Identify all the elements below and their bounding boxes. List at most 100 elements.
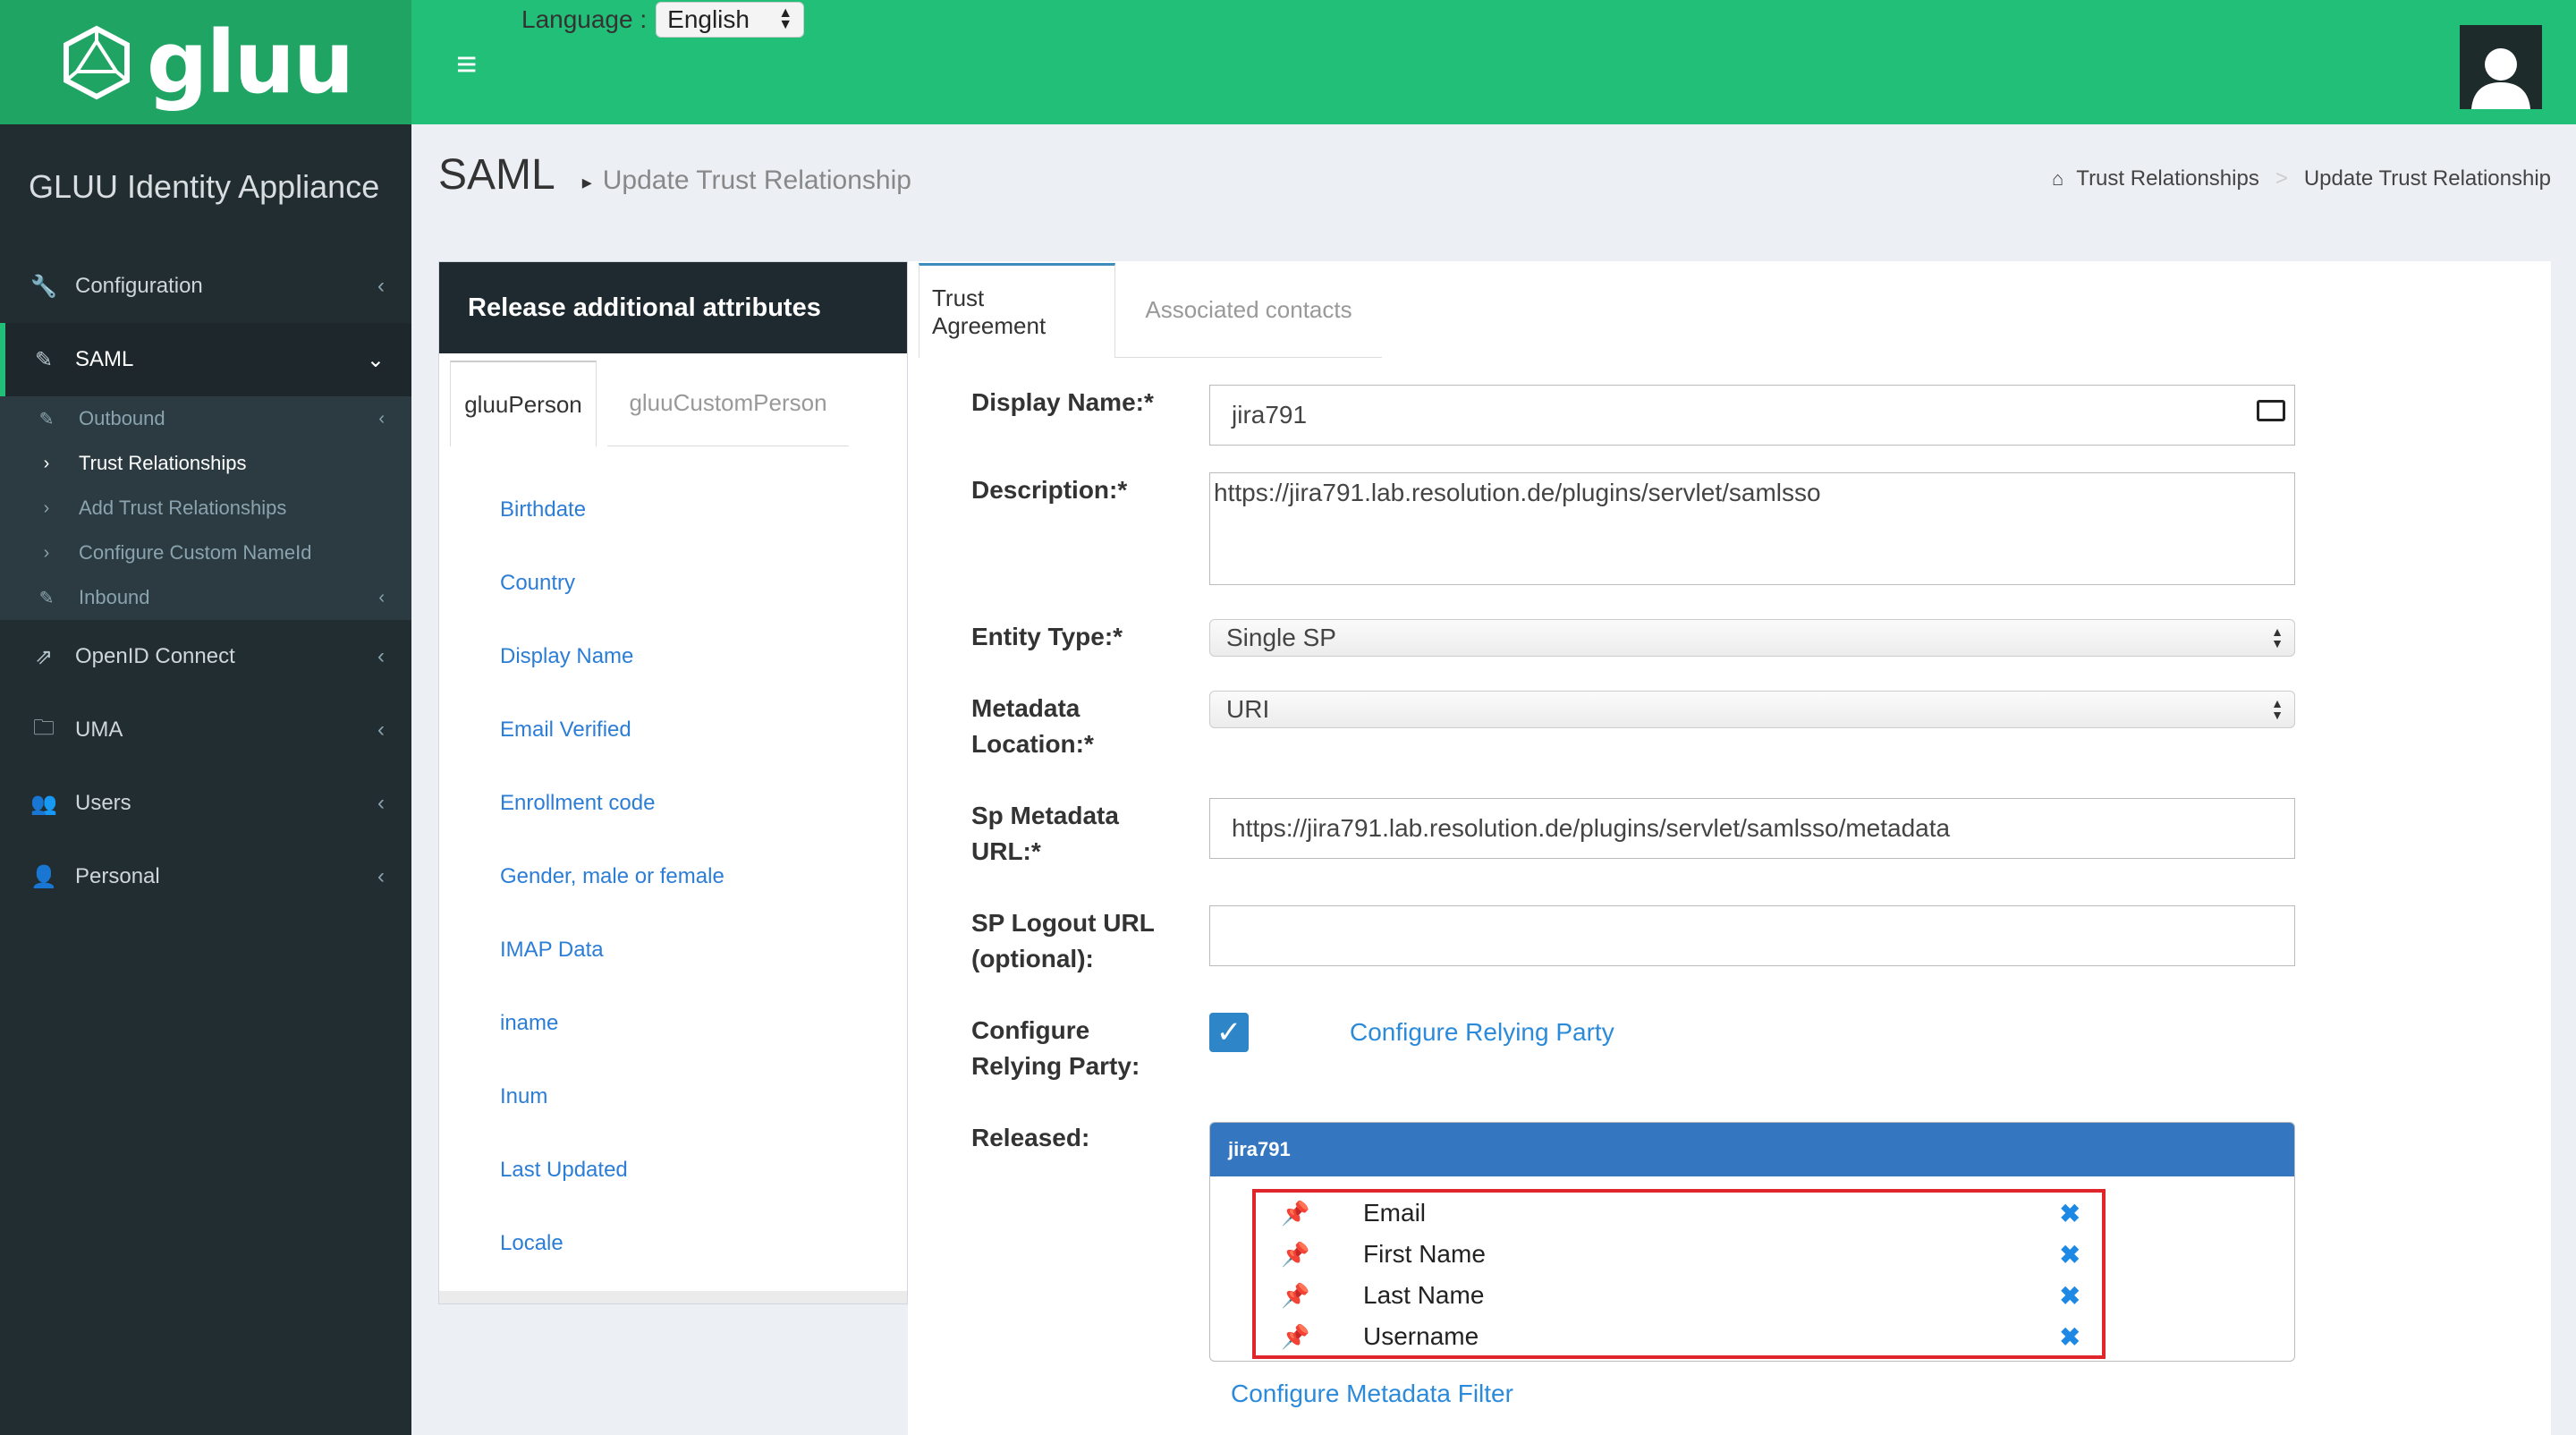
- users-icon: 👥: [30, 791, 57, 816]
- sidebar-item-label: UMA: [75, 718, 123, 742]
- chevron-left-icon: ‹: [377, 791, 385, 815]
- sidebar-item-trust-relationships[interactable]: › Trust Relationships: [0, 441, 411, 486]
- sp-metadata-url-input[interactable]: https://jira791.lab.resolution.de/plugin…: [1209, 798, 2295, 859]
- folder-icon: 🗀: [33, 715, 55, 740]
- sidebar-item-users[interactable]: 👥 Users ‹: [0, 767, 411, 840]
- chevron-right-icon: ›: [43, 542, 50, 563]
- sidebar-item-outbound[interactable]: ✎ Outbound ‹: [0, 396, 411, 441]
- attribute-link[interactable]: IMAP Data: [500, 913, 907, 987]
- attribute-link[interactable]: Gender, male or female: [500, 840, 907, 913]
- tab-associated-contacts[interactable]: Associated contacts: [1115, 263, 1382, 358]
- configure-relying-party-checkbox[interactable]: ✓: [1209, 1013, 1249, 1052]
- top-navbar: Language : English ▲ ▼ ≡: [411, 0, 2576, 124]
- released-attribute-item: 📌 Email ✖: [1256, 1193, 2102, 1234]
- sp-metadata-url-label: Sp Metadata URL:*: [971, 798, 1119, 870]
- remove-icon[interactable]: ✖: [2060, 1281, 2080, 1311]
- sp-logout-url-input[interactable]: [1209, 905, 2295, 966]
- sidebar-item-personal[interactable]: 👤 Personal ‹: [0, 840, 411, 913]
- display-name-value: jira791: [1232, 401, 1308, 429]
- remove-icon[interactable]: ✖: [2060, 1240, 2080, 1269]
- sidebar-item-label: Configuration: [75, 274, 203, 298]
- configure-relying-party-link[interactable]: Configure Relying Party: [1350, 1018, 1614, 1047]
- released-attribute-name: Username: [1363, 1322, 1479, 1350]
- hamburger-icon[interactable]: ≡: [456, 47, 477, 82]
- configure-metadata-filter-link[interactable]: Configure Metadata Filter: [1231, 1380, 1513, 1408]
- attribute-link[interactable]: Email Verified: [500, 693, 907, 767]
- sidebar-item-configure-custom-nameid[interactable]: › Configure Custom NameId: [0, 531, 411, 575]
- sidebar-item-label: SAML: [75, 347, 134, 371]
- sidebar-item-label: Inbound: [79, 586, 150, 608]
- logo-text: gluu: [146, 12, 354, 113]
- user-avatar-icon[interactable]: [2460, 25, 2542, 109]
- user-icon: 👤: [30, 864, 57, 889]
- metadata-location-value: URI: [1226, 695, 1270, 723]
- sidebar-item-label: Trust Relationships: [79, 452, 247, 474]
- sidebar-item-openid-connect[interactable]: ⇗ OpenID Connect ‹: [0, 620, 411, 693]
- chevron-left-icon: ‹: [377, 718, 385, 742]
- released-attribute-name: First Name: [1363, 1240, 1486, 1268]
- language-selector: Language : English ▲ ▼: [521, 2, 805, 38]
- breadcrumb: ⌂ Trust Relationships > Update Trust Rel…: [2052, 166, 2551, 191]
- sidebar-item-inbound[interactable]: ✎ Inbound ‹: [0, 575, 411, 620]
- id-card-icon: [2257, 400, 2285, 421]
- display-name-label: Display Name:*: [971, 388, 1154, 416]
- tab-trust-agreement[interactable]: Trust Agreement: [919, 263, 1115, 358]
- pin-icon[interactable]: 📌: [1281, 1200, 1309, 1227]
- attribute-link[interactable]: Inum: [500, 1060, 907, 1134]
- edit-icon: ✎: [38, 409, 55, 429]
- entity-type-value: Single SP: [1226, 624, 1336, 651]
- tab-gluuperson[interactable]: gluuPerson: [450, 361, 597, 446]
- attribute-link[interactable]: iname: [500, 987, 907, 1060]
- tab-gluucustomperson[interactable]: gluuCustomPerson: [607, 361, 849, 446]
- breadcrumb-link[interactable]: Trust Relationships: [2076, 166, 2259, 191]
- chevron-left-icon: ‹: [377, 274, 385, 298]
- chevron-left-icon: ‹: [377, 644, 385, 668]
- sidebar-item-label: Configure Custom NameId: [79, 541, 312, 564]
- configure-relying-party-label: Configure Relying Party:: [971, 1013, 1140, 1084]
- entity-type-select[interactable]: Single SP ▲ ▼: [1209, 619, 2295, 657]
- metadata-location-select[interactable]: URI ▲ ▼: [1209, 691, 2295, 728]
- entity-type-label: Entity Type:*: [971, 623, 1123, 650]
- chevron-left-icon: ‹: [378, 587, 385, 607]
- configure-relying-party-label-line2: Relying Party:: [971, 1052, 1140, 1080]
- pin-icon[interactable]: 📌: [1281, 1323, 1309, 1351]
- display-name-input[interactable]: jira791: [1209, 385, 2295, 446]
- pin-icon[interactable]: 📌: [1281, 1282, 1309, 1310]
- description-value: https://jira791.lab.resolution.de/plugin…: [1214, 479, 1821, 506]
- remove-icon[interactable]: ✖: [2060, 1322, 2080, 1352]
- configure-relying-party-label-line1: Configure: [971, 1016, 1090, 1044]
- released-label: Released:: [971, 1124, 1090, 1151]
- language-select[interactable]: English ▲ ▼: [656, 2, 805, 38]
- attribute-link[interactable]: Display Name: [500, 620, 907, 693]
- logo[interactable]: gluu: [0, 0, 411, 124]
- description-label: Description:*: [971, 476, 1128, 504]
- user-icon: [2471, 48, 2530, 109]
- select-arrows-icon: ▲ ▼: [2271, 624, 2284, 650]
- chevron-left-icon: ‹: [377, 864, 385, 888]
- language-label: Language :: [521, 5, 648, 33]
- released-attribute-name: Last Name: [1363, 1281, 1485, 1309]
- sidebar-item-configuration[interactable]: 🔧 Configuration ‹: [0, 250, 411, 323]
- language-value: English: [667, 5, 750, 33]
- gluu-logo-icon: [63, 25, 130, 99]
- attribute-link[interactable]: Locale: [500, 1207, 907, 1280]
- attribute-link[interactable]: Last Updated: [500, 1134, 907, 1207]
- attribute-link[interactable]: Enrollment code: [500, 767, 907, 840]
- sidebar-item-uma[interactable]: 🗀 UMA ‹: [0, 693, 411, 767]
- sp-logout-url-label: SP Logout URL (optional):: [971, 905, 1155, 977]
- released-header: jira791: [1210, 1123, 2294, 1176]
- sp-metadata-url-value: https://jira791.lab.resolution.de/plugin…: [1232, 814, 1951, 842]
- sp-metadata-url-label-line2: URL:*: [971, 837, 1041, 865]
- pin-icon[interactable]: 📌: [1281, 1241, 1309, 1269]
- breadcrumb-current: Update Trust Relationship: [2303, 166, 2551, 191]
- sidebar-item-saml[interactable]: ✎ SAML ⌄: [0, 323, 411, 396]
- released-attribute-item: 📌 First Name ✖: [1256, 1234, 2102, 1275]
- attribute-link[interactable]: Birthdate: [500, 473, 907, 547]
- sidebar-item-label: OpenID Connect: [75, 644, 235, 668]
- attribute-link[interactable]: Country: [500, 547, 907, 620]
- breadcrumb-separator: >: [2275, 166, 2288, 191]
- remove-icon[interactable]: ✖: [2060, 1199, 2080, 1228]
- sidebar-item-add-trust-relationships[interactable]: › Add Trust Relationships: [0, 486, 411, 531]
- sidebar-item-label: Users: [75, 791, 131, 815]
- description-textarea[interactable]: https://jira791.lab.resolution.de/plugin…: [1209, 472, 2295, 585]
